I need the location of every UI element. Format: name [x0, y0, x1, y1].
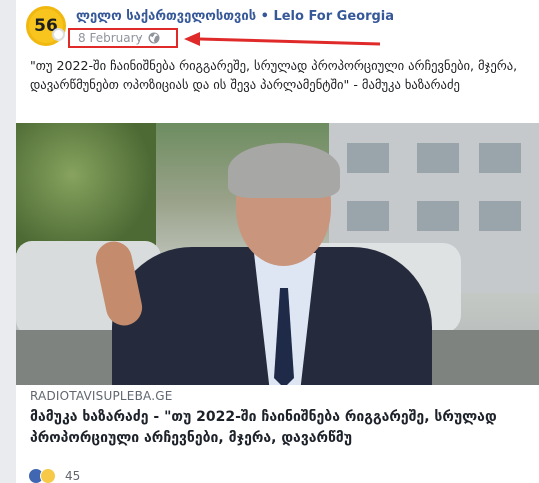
post-date-link[interactable]: 8 February	[78, 31, 143, 45]
meta-separator: ·	[138, 31, 142, 45]
page-avatar[interactable]: 56	[26, 6, 66, 46]
avatar-status-dot	[52, 28, 65, 41]
photo-tree-background	[16, 123, 156, 253]
photo-man-hair	[228, 143, 340, 198]
page-name-link[interactable]: ლელო საქართველოსთვის • Lelo For Georgia	[76, 9, 394, 24]
link-domain[interactable]: RADIOTAVISUPLEBA.GE	[30, 389, 173, 403]
haha-icon	[40, 468, 56, 483]
facebook-post: 56 ლელო საქართველოსთვის • Lelo For Georg…	[16, 0, 539, 483]
link-preview-image[interactable]	[16, 123, 539, 385]
post-text: "თუ 2022-ში ჩაინიშნება რიგგარეშე, სრულად…	[30, 58, 518, 92]
post-timestamp-highlight: 8 February ·	[68, 28, 178, 48]
link-title[interactable]: მამუკა ხაზარაძე - "თუ 2022-ში ჩაინიშნება…	[30, 407, 530, 449]
reaction-count[interactable]: 45	[65, 469, 80, 483]
globe-icon[interactable]	[148, 32, 160, 44]
red-arrow-annotation	[184, 32, 381, 46]
